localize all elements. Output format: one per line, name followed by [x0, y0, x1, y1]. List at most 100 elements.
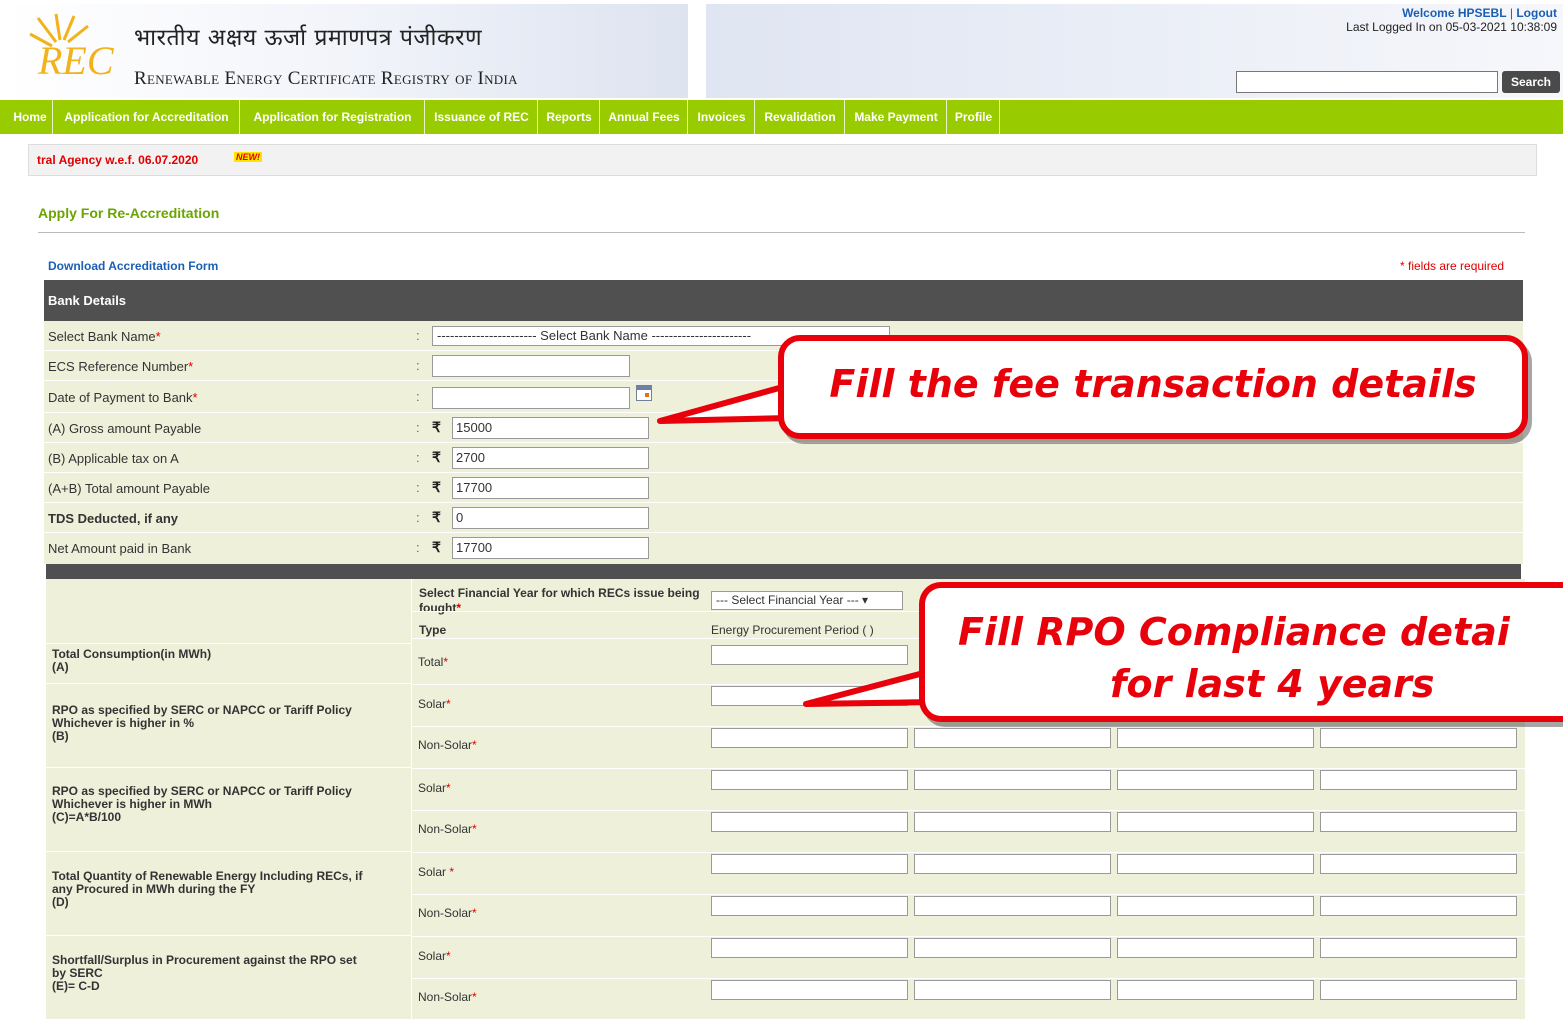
period-column-header: Energy Procurement Period ( ) [711, 623, 874, 637]
rpo-callout-text-line1: Fill RPO Compliance detai [958, 610, 1510, 654]
field-label: (B) Applicable tax on A [48, 451, 179, 466]
rpo-c-nonsolar-input[interactable] [914, 812, 1111, 832]
rpo-c-solar-input[interactable] [1320, 770, 1517, 790]
fee-callout-text: Fill the fee transaction details [829, 362, 1477, 406]
rpo-d-solar-input[interactable] [1320, 854, 1517, 874]
rpo-d-nonsolar-input[interactable] [914, 896, 1111, 916]
colon: : [416, 358, 420, 373]
field-label: Select Bank Name* [48, 329, 161, 344]
last-login-text: Last Logged In on 05-03-2021 10:38:09 [1346, 20, 1557, 34]
rpo-header-cell [46, 579, 412, 644]
colon: : [416, 480, 420, 495]
field-label: (A) Gross amount Payable [48, 421, 202, 436]
rpo-c-nonsolar-input[interactable] [1117, 812, 1314, 832]
download-form-link[interactable]: Download Accreditation Form [48, 259, 218, 273]
tds-input[interactable]: 0 [452, 507, 649, 529]
rpo-d-solar-input[interactable] [711, 854, 908, 874]
row-divider [412, 726, 1525, 727]
rpo-c-solar-input[interactable] [914, 770, 1111, 790]
net-amount-input[interactable]: 17700 [452, 537, 649, 559]
tax-amount-input[interactable]: 2700 [452, 447, 649, 469]
rpo-e-nonsolar-input[interactable] [1320, 980, 1517, 1000]
rpo-a-total-input[interactable] [711, 645, 908, 665]
nav-item-revalidation[interactable]: Revalidation [756, 100, 845, 134]
type-label: Solar* [418, 949, 451, 963]
nav-item-profile[interactable]: Profile [948, 100, 1000, 134]
rpo-c-solar-input[interactable] [1117, 770, 1314, 790]
rpo-c-nonsolar-input[interactable] [711, 812, 908, 832]
rpo-c-nonsolar-input[interactable] [1320, 812, 1517, 832]
rpo-d-nonsolar-input[interactable] [711, 896, 908, 916]
row-divider [412, 810, 1525, 811]
row-divider [412, 894, 1525, 895]
financial-year-select[interactable]: --- Select Financial Year --- ▾ [711, 591, 903, 610]
rec-logo-icon: REC [29, 13, 115, 82]
bank-row-tds: TDS Deducted, if any : ₹ 0 [44, 503, 1523, 533]
nav-item-invoices[interactable]: Invoices [689, 100, 755, 134]
rupee-icon: ₹ [432, 449, 441, 465]
rpo-label-b: RPO as specified by SERC or NAPCC or Tar… [52, 703, 352, 743]
rpo-b-nonsolar-input[interactable] [711, 728, 908, 748]
nav-item-home[interactable]: Home [8, 100, 53, 134]
rpo-label-e: Shortfall/Surplus in Procurement against… [52, 953, 357, 993]
search-button[interactable]: Search [1502, 71, 1560, 93]
type-label: Solar* [418, 697, 451, 711]
user-welcome: Welcome HPSEBL | Logout Last Logged In o… [1346, 6, 1557, 34]
main-nav: Home Application for Accreditation Appli… [0, 100, 1563, 134]
page-title: Apply For Re-Accreditation [38, 205, 220, 221]
field-label: TDS Deducted, if any [48, 511, 179, 526]
rpo-e-solar-input[interactable] [1117, 938, 1314, 958]
rpo-e-nonsolar-input[interactable] [1117, 980, 1314, 1000]
rpo-label-d: Total Quantity of Renewable Energy Inclu… [52, 869, 363, 909]
rpo-section-header [46, 564, 1521, 579]
rupee-icon: ₹ [432, 419, 441, 435]
rpo-row-c: RPO as specified by SERC or NAPCC or Tar… [46, 768, 412, 852]
field-label: ECS Reference Number* [48, 359, 194, 374]
payment-date-input[interactable] [432, 387, 630, 409]
rpo-d-solar-input[interactable] [914, 854, 1111, 874]
rpo-d-nonsolar-input[interactable] [1117, 896, 1314, 916]
nav-item-make-payment[interactable]: Make Payment [846, 100, 947, 134]
rpo-d-nonsolar-input[interactable] [1320, 896, 1517, 916]
welcome-user-link[interactable]: Welcome HPSEBL [1402, 6, 1506, 20]
row-divider [412, 936, 1525, 937]
nav-item-accreditation[interactable]: Application for Accreditation [54, 100, 240, 134]
rpo-d-solar-input[interactable] [1117, 854, 1314, 874]
calendar-icon[interactable] [636, 385, 652, 401]
ecs-reference-input[interactable] [432, 355, 630, 377]
rupee-icon: ₹ [432, 509, 441, 525]
rpo-e-nonsolar-input[interactable] [711, 980, 908, 1000]
bank-details-header: Bank Details [44, 280, 1523, 321]
colon: : [416, 450, 420, 465]
rpo-b-nonsolar-input[interactable] [914, 728, 1111, 748]
rpo-callout-text-line2: for last 4 years [1110, 662, 1435, 706]
rpo-row-d: Total Quantity of Renewable Energy Inclu… [46, 852, 412, 936]
rpo-label-a: Total Consumption(in MWh) (A) [52, 647, 212, 674]
nav-item-issuance[interactable]: Issuance of REC [426, 100, 538, 134]
rpo-c-solar-input[interactable] [711, 770, 908, 790]
new-badge: NEW! [234, 152, 262, 162]
rpo-e-solar-input[interactable] [1320, 938, 1517, 958]
rpo-b-nonsolar-input[interactable] [1117, 728, 1314, 748]
nav-item-registration[interactable]: Application for Registration [241, 100, 425, 134]
rpo-b-solar-input[interactable] [711, 686, 908, 706]
rpo-e-solar-input[interactable] [711, 938, 908, 958]
rpo-e-solar-input[interactable] [914, 938, 1111, 958]
search-input[interactable] [1236, 71, 1498, 93]
colon: : [416, 540, 420, 555]
type-label: Non-Solar* [418, 906, 477, 920]
total-amount-input[interactable]: 17700 [452, 477, 649, 499]
news-ticker-text[interactable]: tral Agency w.e.f. 06.07.2020 [37, 153, 198, 167]
field-label: Date of Payment to Bank* [48, 390, 198, 405]
nav-item-annual-fees[interactable]: Annual Fees [601, 100, 688, 134]
type-label: Solar * [418, 865, 455, 879]
row-divider [412, 978, 1525, 979]
news-ticker: tral Agency w.e.f. 06.07.2020 NEW! [28, 144, 1537, 176]
logout-link[interactable]: Logout [1516, 6, 1557, 20]
nav-item-reports[interactable]: Reports [539, 100, 600, 134]
rpo-row-b: RPO as specified by SERC or NAPCC or Tar… [46, 684, 412, 768]
type-label: Non-Solar* [418, 822, 477, 836]
rpo-b-nonsolar-input[interactable] [1320, 728, 1517, 748]
rpo-e-nonsolar-input[interactable] [914, 980, 1111, 1000]
gross-amount-input[interactable]: 15000 [452, 417, 649, 439]
